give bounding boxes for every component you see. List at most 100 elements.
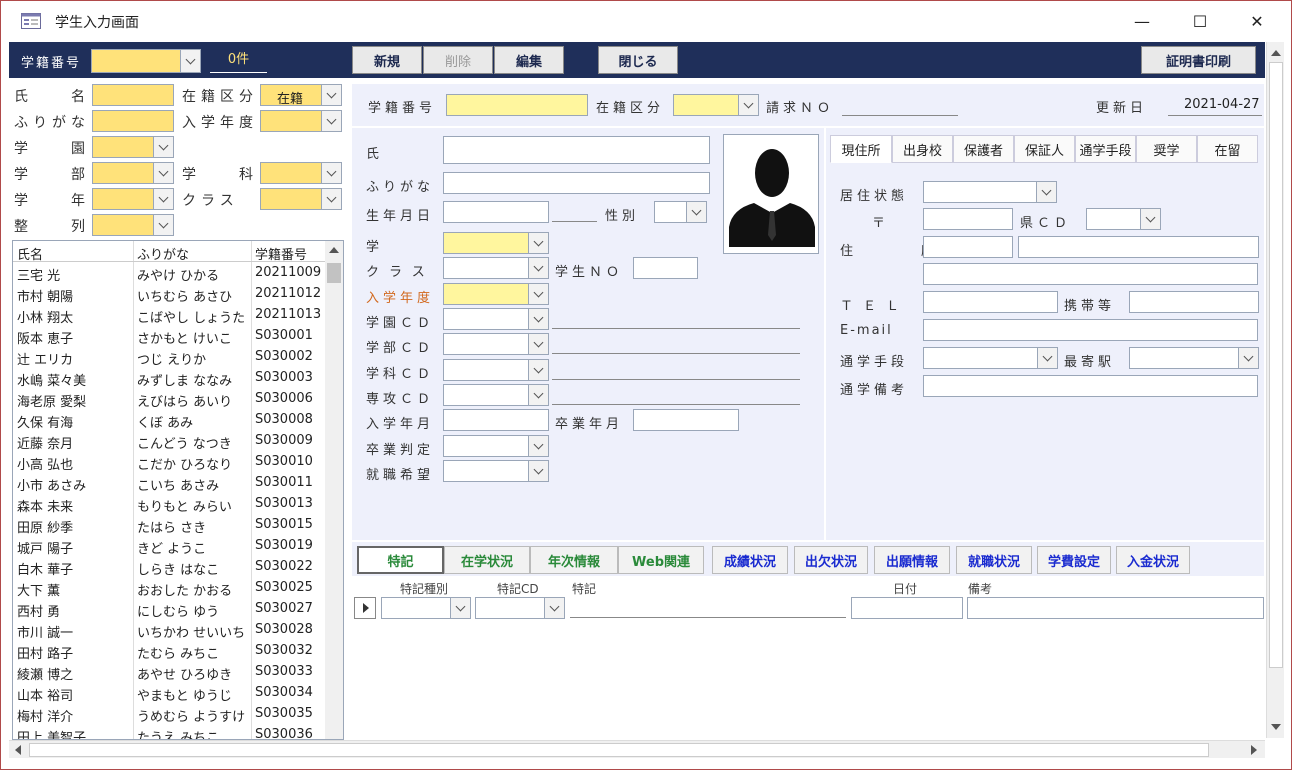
tab-grades[interactable]: 成績状況 xyxy=(712,546,788,574)
tab-payment[interactable]: 入金状況 xyxy=(1116,546,1190,574)
list-item[interactable]: 梅村 洋介 うめむら ようすけ S030035 xyxy=(13,703,325,725)
tab-tuition[interactable]: 学費設定 xyxy=(1037,546,1111,574)
list-item[interactable]: 森本 未来 もりもと みらい S030013 xyxy=(13,493,325,515)
filter-faculty-select[interactable] xyxy=(92,162,174,184)
grad-judge-select[interactable] xyxy=(443,435,549,457)
job-hope-select[interactable] xyxy=(443,460,549,482)
chevron-down-icon[interactable] xyxy=(544,598,564,618)
student-num-input[interactable] xyxy=(633,257,698,279)
chevron-down-icon[interactable] xyxy=(686,202,706,222)
list-item[interactable]: 小市 あさみ こいち あさみ S030011 xyxy=(13,472,325,494)
address-line2-input[interactable] xyxy=(923,263,1258,285)
list-scrollbar[interactable] xyxy=(325,241,343,739)
student-photo[interactable] xyxy=(723,134,819,254)
list-item[interactable]: 海老原 愛梨 えびはら あいり S030006 xyxy=(13,388,325,410)
tab-guarantor[interactable]: 保証人 xyxy=(1014,135,1075,163)
chevron-down-icon[interactable] xyxy=(450,598,470,618)
chevron-down-icon[interactable] xyxy=(528,436,548,456)
scroll-up-icon[interactable] xyxy=(329,247,339,253)
list-item[interactable]: 小林 翔太 こばやし しょうた 20211013 xyxy=(13,304,325,326)
print-certificate-button[interactable]: 証明書印刷 xyxy=(1141,46,1256,74)
list-item[interactable]: 水嶋 菜々美 みずしま ななみ S030003 xyxy=(13,367,325,389)
filter-dept-select[interactable] xyxy=(260,162,342,184)
chevron-down-icon[interactable] xyxy=(528,309,548,329)
scroll-down-icon[interactable] xyxy=(1271,724,1281,730)
chevron-down-icon[interactable] xyxy=(1036,182,1056,202)
pref-cd-select[interactable] xyxy=(1086,208,1161,230)
chevron-down-icon[interactable] xyxy=(153,163,173,183)
tel-input[interactable] xyxy=(923,291,1058,313)
chevron-down-icon[interactable] xyxy=(153,215,173,235)
email-input[interactable] xyxy=(923,319,1258,341)
list-header-student-no[interactable]: 学籍番号 xyxy=(255,244,307,263)
zip-input[interactable] xyxy=(923,208,1013,230)
tab-web[interactable]: Web関連 xyxy=(618,546,704,574)
major-cd-select[interactable] xyxy=(443,384,549,406)
birthday-input[interactable] xyxy=(443,201,549,223)
list-item[interactable]: 三宅 光 みやけ ひかる 20211009 xyxy=(13,262,325,284)
chevron-down-icon[interactable] xyxy=(1037,348,1057,368)
residence-select[interactable] xyxy=(923,181,1057,203)
tab-guardian[interactable]: 保護者 xyxy=(953,135,1014,163)
minimize-button[interactable]: — xyxy=(1127,9,1157,35)
chevron-down-icon[interactable] xyxy=(321,85,341,105)
edit-button[interactable]: 編集 xyxy=(494,46,564,74)
filter-name-input[interactable] xyxy=(92,84,174,106)
tab-residence[interactable]: 在留 xyxy=(1197,135,1258,163)
tab-annual-info[interactable]: 年次情報 xyxy=(530,546,618,574)
list-item[interactable]: 城戸 陽子 きど ようこ S030019 xyxy=(13,535,325,557)
close-button[interactable]: 閉じる xyxy=(598,46,678,74)
tab-origin-school[interactable]: 出身校 xyxy=(892,135,953,163)
delete-button[interactable]: 削除 xyxy=(423,46,493,74)
list-item[interactable]: 近藤 奈月 こんどう なつき S030009 xyxy=(13,430,325,452)
list-item[interactable]: 辻 エリカ つじ えりか S030002 xyxy=(13,346,325,368)
list-header-name[interactable]: 氏名 xyxy=(17,244,43,263)
note-remarks-input[interactable] xyxy=(967,597,1264,619)
mobile-input[interactable] xyxy=(1129,291,1259,313)
close-window-button[interactable]: ✕ xyxy=(1242,9,1272,35)
filter-enroll-year-select[interactable] xyxy=(260,110,342,132)
campus-cd-select[interactable] xyxy=(443,308,549,330)
list-item[interactable]: 大下 薫 おおした かおる S030025 xyxy=(13,577,325,599)
invoice-no-field[interactable] xyxy=(842,115,958,116)
form-horizontal-scrollbar[interactable] xyxy=(9,740,1265,758)
filter-order-select[interactable] xyxy=(92,214,174,236)
student-no-select[interactable] xyxy=(91,49,201,73)
form-hscroll-thumb[interactable] xyxy=(29,743,1209,757)
enroll-month-input[interactable] xyxy=(443,409,549,431)
note-date-input[interactable] xyxy=(851,597,963,619)
record-selector[interactable] xyxy=(354,597,376,619)
detail-grade-select[interactable] xyxy=(443,232,549,254)
chevron-down-icon[interactable] xyxy=(528,334,548,354)
new-button[interactable]: 新規 xyxy=(352,46,422,74)
note-type-select[interactable] xyxy=(381,597,471,619)
chevron-down-icon[interactable] xyxy=(180,50,200,72)
chevron-down-icon[interactable] xyxy=(321,111,341,131)
chevron-down-icon[interactable] xyxy=(528,461,548,481)
list-item[interactable]: 小高 弘也 こだか ひろなり S030010 xyxy=(13,451,325,473)
list-item[interactable]: 市川 誠一 いちかわ せいいち S030028 xyxy=(13,619,325,641)
scroll-up-icon[interactable] xyxy=(1271,50,1281,56)
chevron-down-icon[interactable] xyxy=(528,385,548,405)
filter-kana-input[interactable] xyxy=(92,110,174,132)
chevron-down-icon[interactable] xyxy=(528,360,548,380)
chevron-down-icon[interactable] xyxy=(528,258,548,278)
grad-month-input[interactable] xyxy=(633,409,739,431)
student-list[interactable]: 氏名 ふりがな 学籍番号 三宅 光 みやけ ひかる 20211009 市村 朝陽 いちむ… xyxy=(12,240,344,740)
detail-name-input[interactable] xyxy=(443,136,710,164)
list-item[interactable]: 白木 華子 しらき はなこ S030022 xyxy=(13,556,325,578)
chevron-down-icon[interactable] xyxy=(528,284,548,304)
chevron-down-icon[interactable] xyxy=(321,163,341,183)
list-header-kana[interactable]: ふりがな xyxy=(137,244,189,263)
list-item[interactable]: 山本 裕司 やまもと ゆうじ S030034 xyxy=(13,682,325,704)
filter-campus-select[interactable] xyxy=(92,136,174,158)
scroll-right-icon[interactable] xyxy=(1251,745,1257,755)
detail-class-select[interactable] xyxy=(443,257,549,279)
note-cd-select[interactable] xyxy=(475,597,565,619)
chevron-down-icon[interactable] xyxy=(153,189,173,209)
detail-status-select[interactable] xyxy=(673,94,759,116)
maximize-button[interactable]: ☐ xyxy=(1185,9,1215,35)
tab-attendance[interactable]: 出欠状況 xyxy=(794,546,868,574)
chevron-down-icon[interactable] xyxy=(321,189,341,209)
detail-enroll-year-select[interactable] xyxy=(443,283,549,305)
